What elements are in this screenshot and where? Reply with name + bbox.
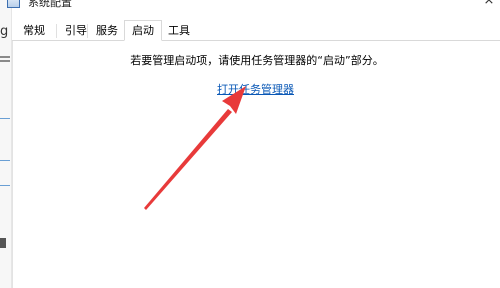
tab-general[interactable]: 常规 xyxy=(16,22,52,40)
background-text: g xyxy=(0,24,9,39)
system-config-icon xyxy=(7,0,20,8)
tab-startup[interactable]: 启动 xyxy=(124,20,162,41)
startup-info-text: 若要管理启动项，请使用任务管理器的“启动”部分。 xyxy=(130,54,384,67)
tab-services[interactable]: 服务 xyxy=(87,22,127,40)
open-task-manager-link[interactable]: 打开任务管理器 xyxy=(217,81,294,97)
system-config-dialog: 系统配置 × 常规 引导 服务 启动 工具 若要管理启动项，请使用任务管理器的“… xyxy=(7,0,500,288)
background-divider xyxy=(0,56,10,58)
background-divider xyxy=(0,160,10,161)
screen: g 系统配置 × 常规 引导 服务 启动 工具 若要管理启动项，请使用任务管理器… xyxy=(0,0,500,288)
startup-tab-panel: 若要管理启动项，请使用任务管理器的“启动”部分。 打开任务管理器 xyxy=(12,41,500,288)
title-bar[interactable]: 系统配置 × xyxy=(7,0,500,13)
tab-bar: 常规 引导 服务 启动 工具 xyxy=(12,20,500,41)
tab-tools[interactable]: 工具 xyxy=(162,22,196,40)
background-window-edge: g xyxy=(0,0,12,288)
background-mark xyxy=(0,238,6,248)
background-divider xyxy=(0,185,10,186)
window-title: 系统配置 xyxy=(28,0,72,9)
close-icon[interactable]: × xyxy=(480,0,498,9)
background-divider xyxy=(0,118,10,119)
background-divider xyxy=(0,60,10,62)
